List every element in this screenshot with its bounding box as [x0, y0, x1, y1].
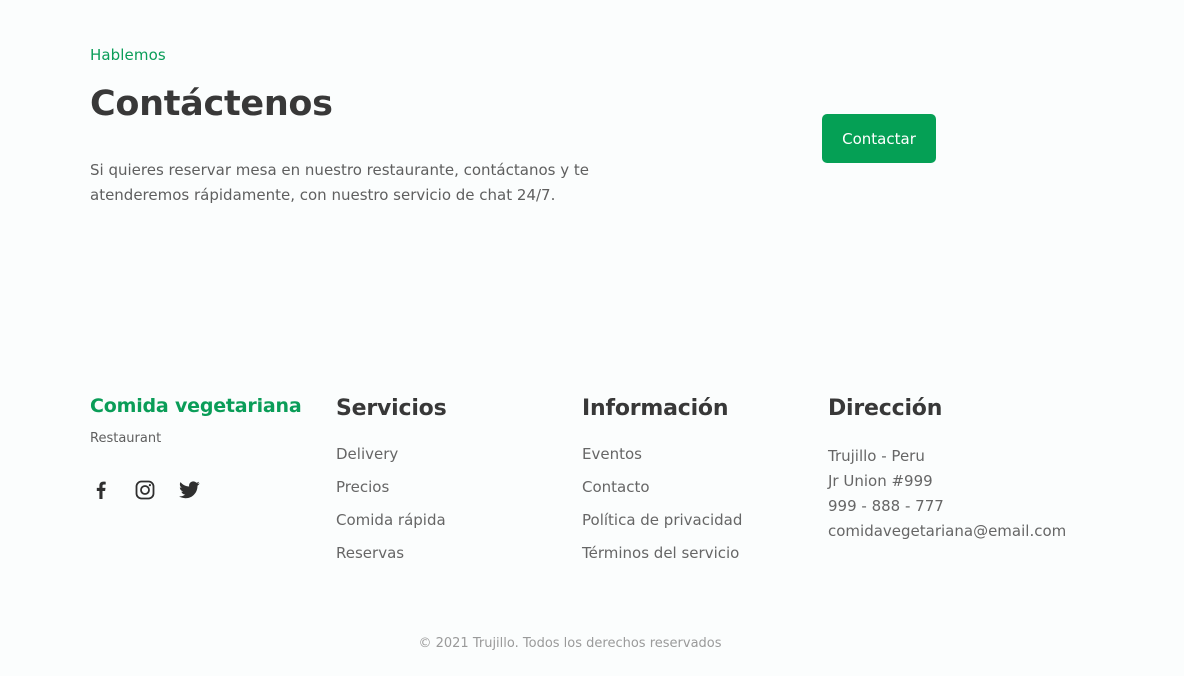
services-link-precios[interactable]: Precios [336, 477, 447, 510]
copyright: © 2021 Trujillo. Todos los derechos rese… [418, 636, 722, 651]
address-email: comidavegetariana@email.com [828, 522, 1067, 540]
contact-description: Si quieres reservar mesa en nuestro rest… [90, 161, 589, 204]
footer-information: Información Eventos Contacto Política de… [582, 395, 742, 576]
services-link-reservas[interactable]: Reservas [336, 543, 447, 576]
brand-subtitle: Restaurant [90, 431, 162, 446]
social-links [90, 479, 301, 501]
information-link-eventos[interactable]: Eventos [582, 444, 742, 477]
footer-services: Servicios Delivery Precios Comida rápida… [336, 395, 447, 576]
page-title: Contáctenos [90, 84, 333, 124]
information-link-terminos[interactable]: Términos del servicio [582, 543, 742, 576]
instagram-icon[interactable] [134, 479, 156, 501]
information-title: Información [582, 396, 729, 421]
services-title: Servicios [336, 396, 447, 421]
footer-address: Dirección Trujillo - Peru Jr Union #999 … [828, 395, 1066, 544]
information-link-contacto[interactable]: Contacto [582, 477, 742, 510]
address-street: Jr Union #999 [828, 472, 933, 490]
address-city: Trujillo - Peru [828, 447, 925, 465]
address-phone: 999 - 888 - 777 [828, 497, 944, 515]
contact-button[interactable]: Contactar [822, 114, 936, 163]
services-link-comida-rapida[interactable]: Comida rápida [336, 510, 447, 543]
services-link-delivery[interactable]: Delivery [336, 444, 447, 477]
section-eyebrow: Hablemos [90, 46, 166, 64]
address-title: Dirección [828, 396, 943, 421]
footer-brand: Comida vegetariana Restaurant [90, 395, 302, 501]
facebook-icon[interactable] [90, 479, 112, 501]
twitter-icon[interactable] [178, 479, 200, 501]
brand-name: Comida vegetariana [90, 395, 302, 417]
information-link-privacidad[interactable]: Política de privacidad [582, 510, 742, 543]
